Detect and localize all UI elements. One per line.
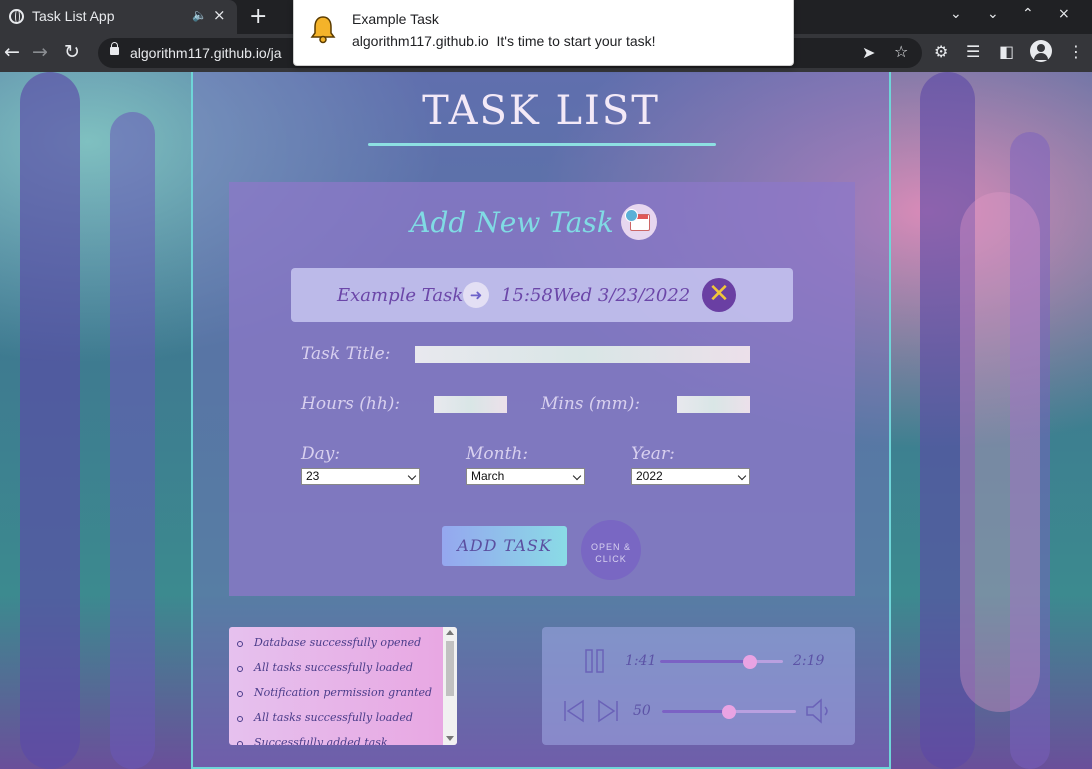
send-icon[interactable]: ➤: [862, 43, 875, 62]
log-item: All tasks successfully loaded: [229, 710, 443, 735]
volume-fill: [662, 710, 729, 713]
task-title-input[interactable]: [415, 346, 750, 363]
open-click-line2: CLICK: [595, 554, 627, 564]
volume-value: 50: [633, 703, 651, 719]
elapsed-time: 1:41: [625, 653, 657, 669]
back-icon[interactable]: ←: [4, 41, 20, 63]
tab-title: Task List App: [32, 8, 115, 24]
task-item-date: Wed 3/23/2022: [553, 285, 691, 306]
arrow-right-icon: ➜: [463, 282, 489, 308]
log-list: Database successfully opened All tasks s…: [229, 635, 443, 745]
open-click-line1: OPEN &: [590, 542, 631, 552]
task-list-app: TASK LIST Add New Task Example Task ➜ 15…: [191, 72, 891, 769]
log-item: Successfully added task: [229, 735, 443, 745]
log-panel[interactable]: Database successfully opened All tasks s…: [229, 627, 457, 745]
month-select-value: March: [471, 469, 505, 483]
skip-back-icon[interactable]: [562, 699, 586, 723]
month-label: Month:: [466, 444, 529, 464]
year-select-value: 2022: [636, 469, 663, 483]
task-item: Example Task ➜ 15:58 Wed 3/23/2022 ✕: [291, 268, 793, 322]
notification-body: algorithm117.github.io It's time to star…: [352, 33, 656, 49]
page-background: TASK LIST Add New Task Example Task ➜ 15…: [0, 72, 1092, 769]
url-text: algorithm117.github.io/ja: [130, 45, 282, 61]
speaker-icon[interactable]: 🔈: [192, 8, 207, 22]
notification-title: Example Task: [352, 11, 439, 27]
duration-time: 2:19: [793, 653, 825, 669]
title-underline: [368, 143, 716, 146]
task-item-time: 15:58: [501, 285, 553, 306]
log-item: All tasks successfully loaded: [229, 660, 443, 685]
tab-search-icon[interactable]: ⌄: [950, 6, 962, 22]
year-select[interactable]: 2022: [631, 468, 750, 485]
hours-input[interactable]: [434, 396, 507, 413]
day-select[interactable]: 23: [301, 468, 420, 485]
pause-icon[interactable]: [584, 649, 606, 673]
progress-slider[interactable]: [660, 655, 783, 669]
maximize-icon[interactable]: ⌃: [1022, 6, 1034, 22]
calendar-clock-icon: [621, 204, 657, 240]
form-heading: Add New Task: [410, 206, 614, 239]
hours-label: Hours (hh):: [301, 394, 401, 414]
tab-close-icon[interactable]: ×: [213, 6, 226, 24]
task-item-title: Example Task: [337, 285, 464, 306]
globe-icon: [9, 9, 24, 24]
add-task-button[interactable]: ADD TASK: [442, 526, 567, 566]
volume-slider[interactable]: [662, 705, 796, 719]
bookmark-star-icon[interactable]: ☆: [894, 42, 908, 61]
notification-popup[interactable]: Example Task algorithm117.github.io It's…: [293, 0, 794, 66]
reload-icon[interactable]: ↻: [64, 41, 80, 63]
scroll-thumb[interactable]: [446, 641, 454, 696]
browser-tab[interactable]: Task List App 🔈 ×: [0, 0, 237, 34]
audio-player: 1:41 2:19 50: [542, 627, 855, 745]
scroll-up-icon[interactable]: [446, 630, 454, 635]
volume-knob[interactable]: [722, 705, 736, 719]
day-label: Day:: [301, 444, 341, 464]
window-close-icon[interactable]: ×: [1058, 6, 1070, 22]
volume-speaker-icon[interactable]: [804, 697, 834, 725]
progress-fill: [660, 660, 750, 663]
app-title: TASK LIST: [422, 88, 660, 134]
forward-icon[interactable]: →: [32, 41, 48, 63]
skip-forward-icon[interactable]: [596, 699, 620, 723]
side-panel-icon[interactable]: ◧: [999, 42, 1014, 61]
month-select[interactable]: March: [466, 468, 585, 485]
log-item: Database successfully opened: [229, 635, 443, 660]
year-label: Year:: [631, 444, 675, 464]
profile-avatar[interactable]: [1030, 40, 1052, 62]
log-scrollbar[interactable]: [443, 627, 457, 745]
bell-icon: [310, 16, 336, 44]
mins-input[interactable]: [677, 396, 750, 413]
new-tab-button[interactable]: +: [249, 4, 267, 29]
delete-task-button[interactable]: ✕: [702, 278, 736, 312]
menu-kebab-icon[interactable]: ⋮: [1068, 42, 1084, 61]
day-select-value: 23: [306, 469, 320, 483]
add-task-form: Add New Task Example Task ➜ 15:58 Wed 3/…: [229, 182, 855, 596]
scroll-down-icon[interactable]: [446, 736, 454, 741]
media-queue-icon[interactable]: ☰: [966, 42, 980, 61]
extensions-icon[interactable]: ⚙: [934, 42, 948, 61]
progress-knob[interactable]: [742, 655, 757, 669]
open-click-button[interactable]: OPEN & CLICK: [581, 520, 641, 580]
mins-label: Mins (mm):: [541, 394, 641, 414]
log-item: Notification permission granted: [229, 685, 443, 710]
lock-icon: [110, 42, 119, 55]
minimize-icon[interactable]: ⌄: [987, 6, 999, 22]
task-title-label: Task Title:: [301, 344, 391, 364]
